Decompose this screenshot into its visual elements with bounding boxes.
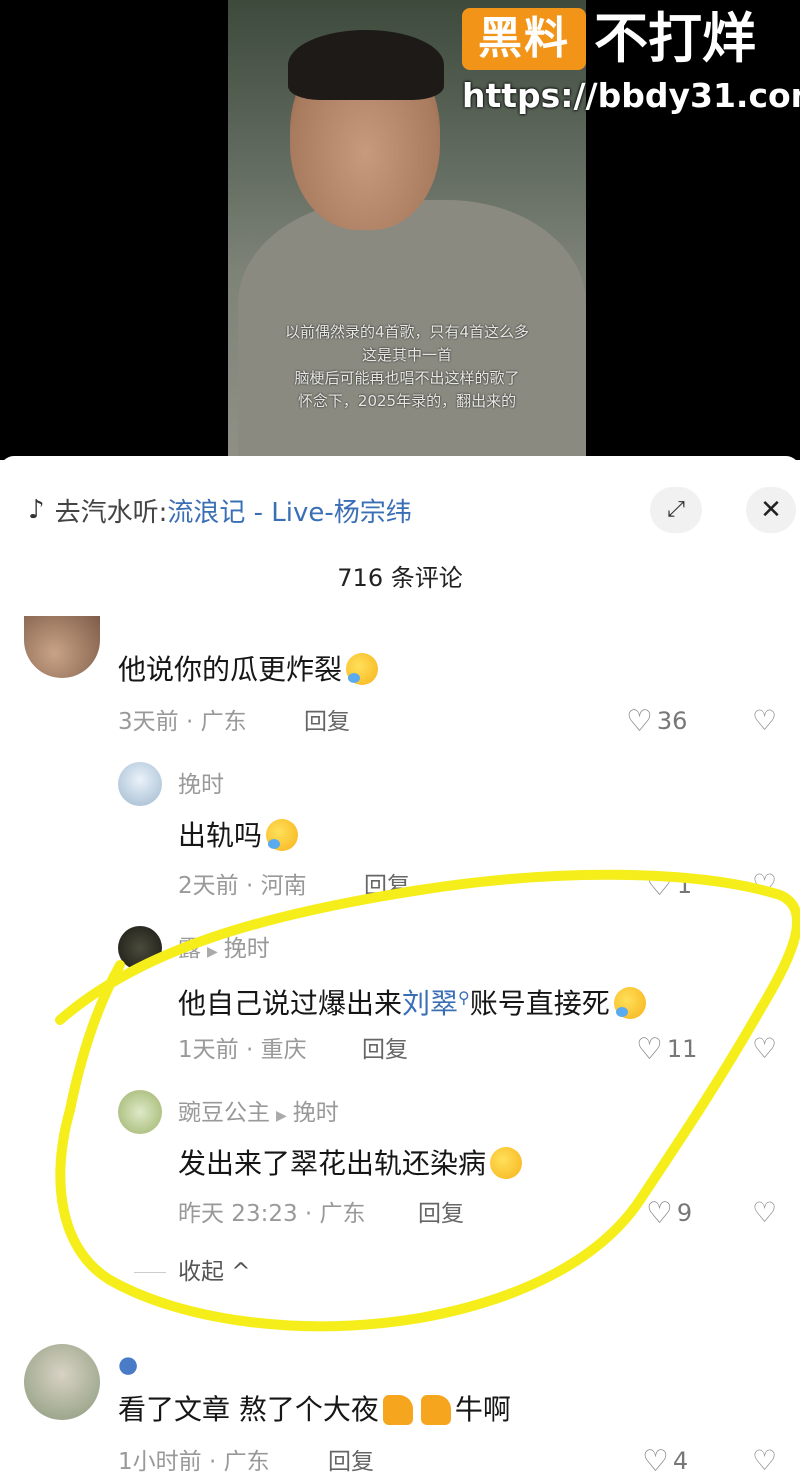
thumbs-up-icon [420, 1395, 451, 1425]
comment-text: 他自己说过爆出来刘翠⚲账号直接死 [178, 978, 646, 1024]
reply-arrow-icon: ▶ [276, 1108, 287, 1124]
avatar[interactable] [118, 926, 162, 970]
like-count: 1 [676, 871, 693, 899]
comment-username[interactable]: 豌豆公主 ▶ 挽时 [178, 1098, 339, 1131]
like-button[interactable]: ♡ 11 [636, 1032, 697, 1067]
music-prefix: 去汽水听: [54, 497, 168, 528]
like-button[interactable]: ♡ 9 [646, 1196, 692, 1231]
laugh-cry-emoji-icon [266, 819, 299, 851]
heart-icon: ♡ [636, 1032, 663, 1067]
collapse-divider [134, 1272, 166, 1273]
laugh-cry-emoji-icon [613, 987, 646, 1019]
comment-time: 1天前 · 重庆 [178, 1037, 307, 1063]
like-count: 11 [666, 1035, 698, 1063]
video-subtitle-2: 这是其中一首 [361, 346, 452, 364]
chevron-up-icon: ^ [224, 1259, 251, 1285]
watermark-logo: 黑料 不打烊 [462, 6, 792, 72]
music-note-icon: ♪ [28, 495, 45, 525]
reply-button[interactable]: 回复 [304, 706, 350, 738]
expand-button[interactable]: ⤢ [650, 487, 702, 533]
comment-panel [0, 456, 800, 1471]
mention-link[interactable]: 刘翠 [402, 987, 458, 1020]
comment-username[interactable]: 挽时 [178, 770, 224, 800]
reply-button[interactable]: 回复 [328, 1446, 374, 1478]
comment-username[interactable]: ● [118, 1350, 138, 1380]
comment-text: 他说你的瓜更炸裂 [118, 650, 379, 690]
heart-icon: ♡ [626, 704, 653, 739]
comment-count: 716 条评论 [337, 564, 463, 592]
comment-text: 发出来了翠花出轨还染病 [178, 1144, 523, 1184]
watermark-text: 不打烊 [594, 7, 756, 70]
expand-icon: ⤢ [667, 497, 685, 522]
comment-text: 出轨吗 [178, 816, 299, 856]
close-icon: ✕ [760, 495, 782, 525]
watermark-badge: 黑料 [462, 8, 586, 70]
avatar[interactable] [24, 1344, 100, 1420]
music-title[interactable]: 流浪记 - Live-杨宗纬 [167, 492, 411, 529]
dislike-icon[interactable]: ♡ [752, 704, 777, 738]
person-hair [288, 30, 444, 100]
collapse-button[interactable]: 收起 ^ [178, 1256, 251, 1288]
video-subtitle-1: 以前偶然录的4首歌，只有4首这么多 [284, 323, 530, 341]
close-button[interactable]: ✕ [746, 487, 796, 533]
heart-icon: ♡ [642, 1444, 669, 1479]
comment-username[interactable]: 露 ▶ 挽时 [178, 934, 270, 967]
comment-time: 3天前 · 广东 [118, 709, 247, 735]
dislike-icon[interactable]: ♡ [752, 1444, 777, 1478]
smirk-emoji-icon [490, 1147, 523, 1179]
comment-text: 看了文章 熬了个大夜 牛啊 [118, 1393, 511, 1426]
reply-button[interactable]: 回复 [362, 1034, 408, 1066]
like-count: 36 [656, 707, 688, 735]
comment-time: 昨天 23:23 · 广东 [178, 1201, 366, 1227]
like-button[interactable]: ♡ 1 [646, 868, 692, 903]
dislike-icon[interactable]: ♡ [752, 868, 777, 902]
heart-icon: ♡ [646, 868, 673, 903]
avatar[interactable] [118, 762, 162, 806]
music-bar[interactable]: ♪ 去汽水听: 流浪记 - Live-杨宗纬 [28, 490, 412, 530]
laugh-cry-emoji-icon [346, 653, 379, 685]
video-subtitle-3: 脑梗后可能再也唱不出这样的歌了 [294, 369, 520, 387]
video-subtitle-4: 怀念下，2025年录的，翻出来的 [297, 392, 517, 410]
like-button[interactable]: ♡ 36 [626, 704, 687, 739]
heart-icon: ♡ [646, 1196, 673, 1231]
watermark-url: https://bbdy31.com [462, 76, 800, 115]
reply-button[interactable]: 回复 [364, 870, 410, 902]
comment-time: 1小时前 · 广东 [118, 1449, 270, 1475]
dislike-icon[interactable]: ♡ [752, 1032, 777, 1066]
blueberry-icon: ● [118, 1352, 139, 1378]
like-count: 9 [676, 1199, 693, 1227]
comment-time: 2天前 · 河南 [178, 873, 307, 899]
reply-button[interactable]: 回复 [418, 1198, 464, 1230]
dislike-icon[interactable]: ♡ [752, 1196, 777, 1230]
reply-arrow-icon: ▶ [207, 944, 218, 960]
avatar[interactable] [118, 1090, 162, 1134]
like-button[interactable]: ♡ 4 [642, 1444, 688, 1479]
search-icon: ⚲ [458, 988, 470, 1007]
thumbs-up-icon [382, 1395, 413, 1425]
